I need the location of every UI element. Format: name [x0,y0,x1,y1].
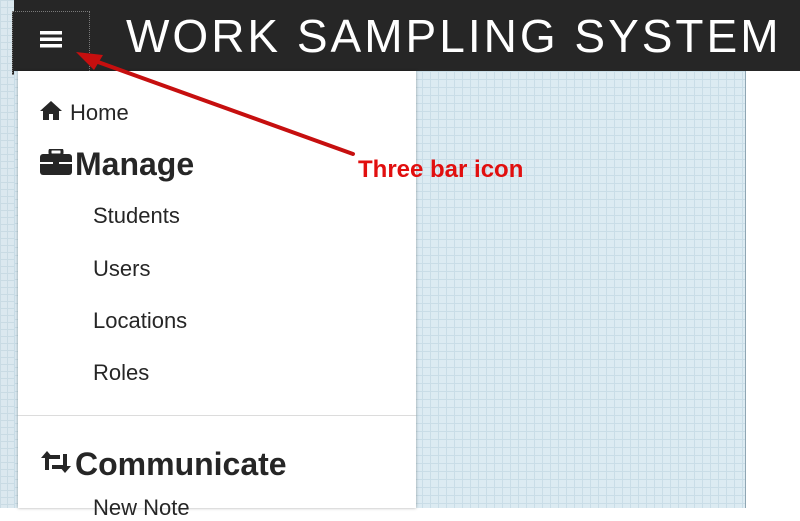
menu-toggle-button[interactable] [12,11,90,75]
menu-item-locations[interactable]: Locations [93,308,187,334]
home-icon [40,100,62,126]
top-navbar: WORK SAMPLING SYSTEM [14,0,800,71]
menu-item-new-note[interactable]: New Note [93,495,190,521]
app-title: WORK SAMPLING SYSTEM [126,10,782,62]
menu-section-manage-heading: Manage [75,146,195,182]
three-bar-icon [40,30,62,74]
briefcase-icon [40,146,72,183]
content-border [745,71,746,508]
page-edge-background [0,0,14,508]
menu-section-communicate: Communicate [40,446,287,483]
menu-item-users[interactable]: Users [93,256,150,282]
retweet-icon [40,446,72,483]
menu-divider [18,415,416,416]
menu-item-home[interactable]: Home [40,100,129,126]
menu-section-communicate-heading: Communicate [75,446,287,482]
annotation-label: Three bar icon [358,156,524,183]
dropdown-menu: Home Manage Students Users Locations Rol… [18,71,416,520]
menu-item-home-label: Home [70,100,129,125]
menu-item-roles[interactable]: Roles [93,360,149,386]
menu-item-students[interactable]: Students [93,203,180,229]
menu-section-manage: Manage [40,146,194,183]
